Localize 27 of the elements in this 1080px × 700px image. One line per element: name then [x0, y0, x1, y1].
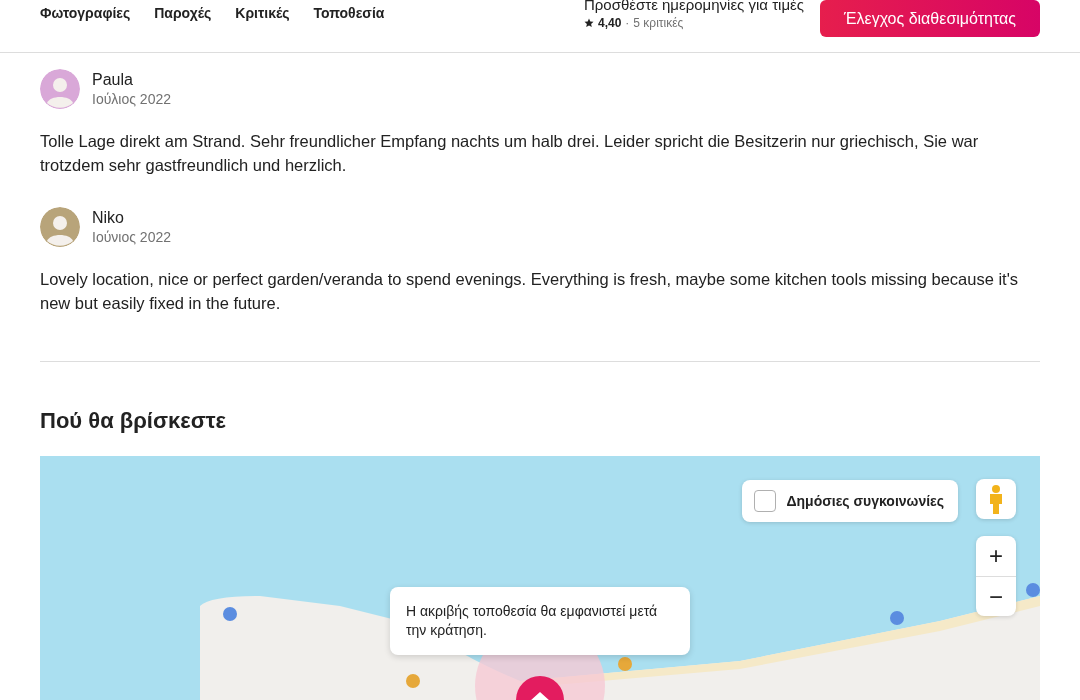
transit-label: Δημόσιες συγκοινωνίες — [786, 493, 944, 509]
section-link[interactable]: Κριτικές — [235, 5, 290, 21]
person-icon — [988, 484, 1004, 514]
zoom-in-button[interactable]: + — [976, 536, 1016, 576]
map[interactable]: Δημόσιες συγκοινωνίες + − Η ακριβής τοποθεσία θα εμφανιστεί μετά την κράτηση. — [40, 456, 1040, 700]
rating-value: 4,40 — [598, 16, 622, 30]
avatar-icon — [40, 69, 80, 109]
checkbox[interactable] — [754, 490, 777, 512]
reviews-link[interactable]: 5 κριτικές — [633, 16, 684, 30]
transit-toggle[interactable]: Δημόσιες συγκοινωνίες — [742, 480, 958, 522]
location-tooltip: Η ακριβής τοποθεσία θα εμφανιστεί μετά την κράτηση. — [390, 587, 690, 655]
section-heading: Πού θα βρίσκεστε — [40, 408, 227, 434]
avatar-icon — [40, 207, 80, 247]
review-date: Ιούνιος 2022 — [92, 229, 171, 245]
review-text: Tolle Lage direkt am Strand. Sehr freundlicher Empfang nachts um halb drei. Leider spricht die Besitzerin nur griechisch, Sie war trotzdem sehr gastfreundlich und herzlich. — [40, 131, 980, 176]
reviewer-name: Paula — [92, 71, 134, 89]
separator-dot: · — [625, 16, 630, 30]
section-link[interactable]: Τοποθεσία — [313, 5, 385, 21]
reviewer-name: Niko — [92, 209, 125, 227]
zoom-out-button[interactable]: − — [976, 576, 1016, 616]
section-link[interactable]: Παροχές — [154, 5, 212, 21]
check-availability-button[interactable]: Έλεγχος διαθεσιμότητας — [819, 0, 1040, 37]
section-link[interactable]: Φωτογραφίες — [40, 5, 131, 21]
review-text: Lovely location, nice or perfect garden/veranda to spend evenings. Everything is fresh, maybe some kitchen tools missing because it's new but easily fixed in the future. — [40, 269, 1020, 314]
review-date: Ιούλιος 2022 — [92, 91, 171, 107]
star-icon — [584, 18, 594, 28]
street-view-button[interactable] — [976, 479, 1016, 519]
